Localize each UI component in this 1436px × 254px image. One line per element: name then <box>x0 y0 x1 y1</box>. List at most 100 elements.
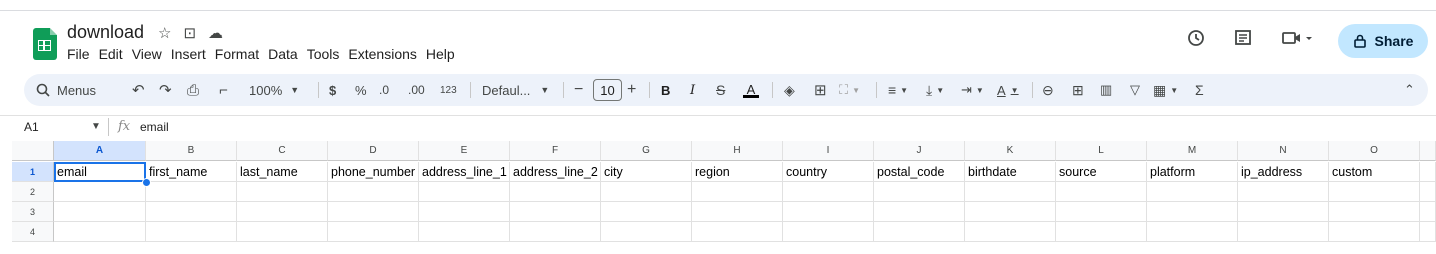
cell-c4[interactable] <box>237 222 328 242</box>
italic-button[interactable]: I <box>690 74 695 106</box>
cell-o3[interactable] <box>1329 202 1420 222</box>
cell-b4[interactable] <box>146 222 237 242</box>
print-icon[interactable]: ⎙ <box>187 74 199 106</box>
cell-p2[interactable] <box>1420 182 1436 202</box>
cell-p4[interactable] <box>1420 222 1436 242</box>
cell-e2[interactable] <box>419 182 510 202</box>
cell-n2[interactable] <box>1238 182 1329 202</box>
cell-o2[interactable] <box>1329 182 1420 202</box>
cell-h3[interactable] <box>692 202 783 222</box>
column-header-j[interactable]: J <box>874 141 965 161</box>
cell-m4[interactable] <box>1147 222 1238 242</box>
cell-j1[interactable]: postal_code <box>874 162 965 182</box>
name-box[interactable]: A1 <box>24 120 39 134</box>
insert-comment-icon[interactable]: ⊞ <box>1072 74 1084 106</box>
decrease-decimal-button[interactable]: .0 <box>379 74 389 106</box>
cell-j4[interactable] <box>874 222 965 242</box>
cell-b3[interactable] <box>146 202 237 222</box>
column-header-f[interactable]: F <box>510 141 601 161</box>
column-header-m[interactable]: M <box>1147 141 1238 161</box>
column-header-b[interactable]: B <box>146 141 237 161</box>
vertical-align-icon[interactable]: ⤓ ▼ <box>926 74 944 106</box>
font-size-input[interactable]: 10 <box>593 79 622 101</box>
menu-view[interactable]: View <box>132 46 168 62</box>
cell-n4[interactable] <box>1238 222 1329 242</box>
cell-n1[interactable]: ip_address <box>1238 162 1329 182</box>
formula-input[interactable]: email <box>140 120 169 134</box>
paint-format-icon[interactable]: ⌐ <box>219 74 228 106</box>
horizontal-align-icon[interactable]: ≡ ▼ <box>888 74 908 106</box>
cell-m2[interactable] <box>1147 182 1238 202</box>
cell-p3[interactable] <box>1420 202 1436 222</box>
redo-icon[interactable]: ↷ <box>159 74 172 106</box>
star-icon[interactable]: ☆ <box>158 24 171 42</box>
cell-m3[interactable] <box>1147 202 1238 222</box>
cell-k2[interactable] <box>965 182 1056 202</box>
sheets-logo-icon[interactable] <box>33 28 57 60</box>
filter-icon[interactable]: ▽ <box>1130 74 1140 106</box>
select-all-corner[interactable] <box>12 141 54 161</box>
history-icon[interactable] <box>1186 28 1206 54</box>
cell-o4[interactable] <box>1329 222 1420 242</box>
bold-button[interactable]: B <box>661 74 670 106</box>
column-header-k[interactable]: K <box>965 141 1056 161</box>
cell-a2[interactable] <box>54 182 146 202</box>
collapse-toolbar-icon[interactable]: ⌃ <box>1404 74 1415 106</box>
row-header-1[interactable]: 1 <box>12 162 54 182</box>
column-header-o[interactable]: O <box>1329 141 1420 161</box>
cell-e1[interactable]: address_line_1 <box>419 162 510 182</box>
cell-f2[interactable] <box>510 182 601 202</box>
search-menus[interactable]: Menus <box>36 74 96 106</box>
increase-font-size-button[interactable]: + <box>627 74 636 106</box>
fill-handle[interactable] <box>142 178 151 187</box>
comments-icon[interactable] <box>1233 28 1253 54</box>
cell-l3[interactable] <box>1056 202 1147 222</box>
cell-k3[interactable] <box>965 202 1056 222</box>
insert-chart-icon[interactable]: ▥ <box>1100 74 1112 106</box>
chevron-down-icon[interactable]: ▼ <box>91 121 101 132</box>
menu-format[interactable]: Format <box>215 46 265 62</box>
undo-icon[interactable]: ↶ <box>132 74 145 106</box>
cell-a4[interactable] <box>54 222 146 242</box>
cell-k1[interactable]: birthdate <box>965 162 1056 182</box>
cell-i1[interactable]: country <box>783 162 874 182</box>
cell-k4[interactable] <box>965 222 1056 242</box>
borders-icon[interactable]: ⊞ <box>814 74 827 106</box>
cell-f1[interactable]: address_line_2 <box>510 162 601 182</box>
column-header-n[interactable]: N <box>1238 141 1329 161</box>
column-header-c[interactable]: C <box>237 141 328 161</box>
row-header-3[interactable]: 3 <box>12 202 54 222</box>
cell-n3[interactable] <box>1238 202 1329 222</box>
document-title[interactable]: download <box>67 22 144 43</box>
cell-c1[interactable]: last_name <box>237 162 328 182</box>
increase-decimal-button[interactable]: .00 <box>408 74 425 106</box>
cell-a3[interactable] <box>54 202 146 222</box>
cell-i2[interactable] <box>783 182 874 202</box>
row-header-2[interactable]: 2 <box>12 182 54 202</box>
column-header-p[interactable] <box>1420 141 1436 161</box>
font-select[interactable]: Defaul... ▼ <box>482 74 549 106</box>
cell-g2[interactable] <box>601 182 692 202</box>
meet-icon[interactable] <box>1281 28 1317 54</box>
cell-d2[interactable] <box>328 182 419 202</box>
cell-c2[interactable] <box>237 182 328 202</box>
cell-h2[interactable] <box>692 182 783 202</box>
number-format-button[interactable]: 123 <box>440 74 457 106</box>
cell-d1[interactable]: phone_number <box>328 162 419 182</box>
cell-o1[interactable]: custom <box>1329 162 1420 182</box>
column-header-i[interactable]: I <box>783 141 874 161</box>
functions-button[interactable]: Σ <box>1195 74 1204 106</box>
cell-i3[interactable] <box>783 202 874 222</box>
cell-d3[interactable] <box>328 202 419 222</box>
cell-f3[interactable] <box>510 202 601 222</box>
share-button[interactable]: Share <box>1338 24 1428 58</box>
percent-format-button[interactable]: % <box>355 74 367 106</box>
cell-b2[interactable] <box>146 182 237 202</box>
column-header-d[interactable]: D <box>328 141 419 161</box>
filter-views-icon[interactable]: ▦ ▼ <box>1153 74 1178 106</box>
cell-c3[interactable] <box>237 202 328 222</box>
merge-cells-icon[interactable]: ⛶ ▼ <box>839 74 860 106</box>
cell-l1[interactable]: source <box>1056 162 1147 182</box>
cell-a1[interactable]: email <box>54 162 146 182</box>
menu-file[interactable]: File <box>67 46 96 62</box>
